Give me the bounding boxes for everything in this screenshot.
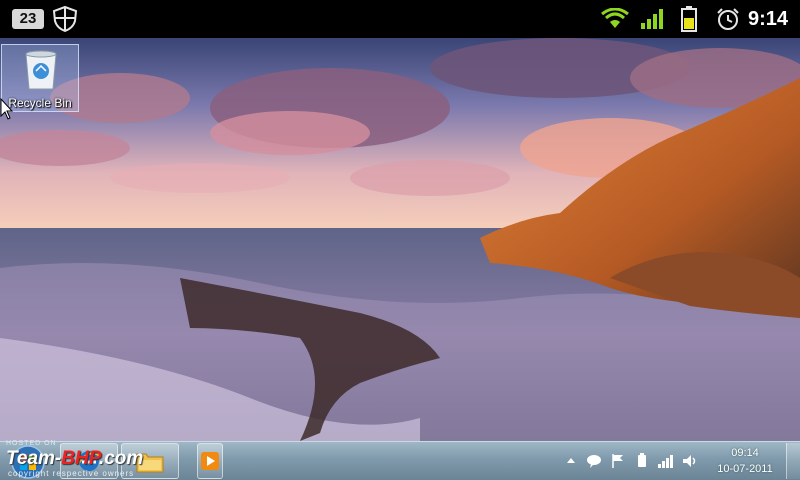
signal-icon: [641, 9, 663, 29]
mouse-cursor-icon: [0, 98, 14, 120]
taskbar: 09:14 10-07-2011: [0, 441, 800, 480]
windows-explorer-icon: [136, 453, 164, 473]
windows-explorer-taskbar-button[interactable]: [121, 443, 179, 479]
clock-date: 10-07-2011: [717, 463, 773, 475]
action-center-flag-icon[interactable]: [609, 452, 627, 470]
start-button[interactable]: [10, 444, 46, 480]
internet-explorer-taskbar-button[interactable]: [60, 443, 118, 479]
volume-icon[interactable]: [681, 452, 699, 470]
device-icon[interactable]: [633, 452, 651, 470]
show-desktop-button[interactable]: [786, 443, 800, 479]
battery-icon: [681, 6, 697, 32]
show-hidden-icons-arrow[interactable]: [562, 452, 580, 470]
alarm-icon: [717, 8, 739, 30]
wallpaper-image: [0, 38, 800, 441]
notification-count-badge[interactable]: 23: [12, 9, 44, 29]
taskbar-clock[interactable]: 09:14 10-07-2011: [708, 445, 782, 477]
status-bar: 23 9:14: [0, 0, 800, 38]
recycle-bin-icon: [25, 50, 57, 90]
clock-time: 09:14: [731, 447, 759, 459]
media-player-taskbar-button[interactable]: [197, 443, 223, 479]
wifi-icon: [601, 8, 629, 28]
media-player-icon: [201, 452, 219, 470]
desktop[interactable]: Recycle Bin: [0, 38, 800, 441]
internet-explorer-icon: [77, 451, 101, 471]
network-icon[interactable]: [657, 452, 675, 470]
messenger-icon[interactable]: [585, 452, 603, 470]
shield-icon: [52, 5, 78, 33]
status-clock: 9:14: [748, 8, 789, 30]
